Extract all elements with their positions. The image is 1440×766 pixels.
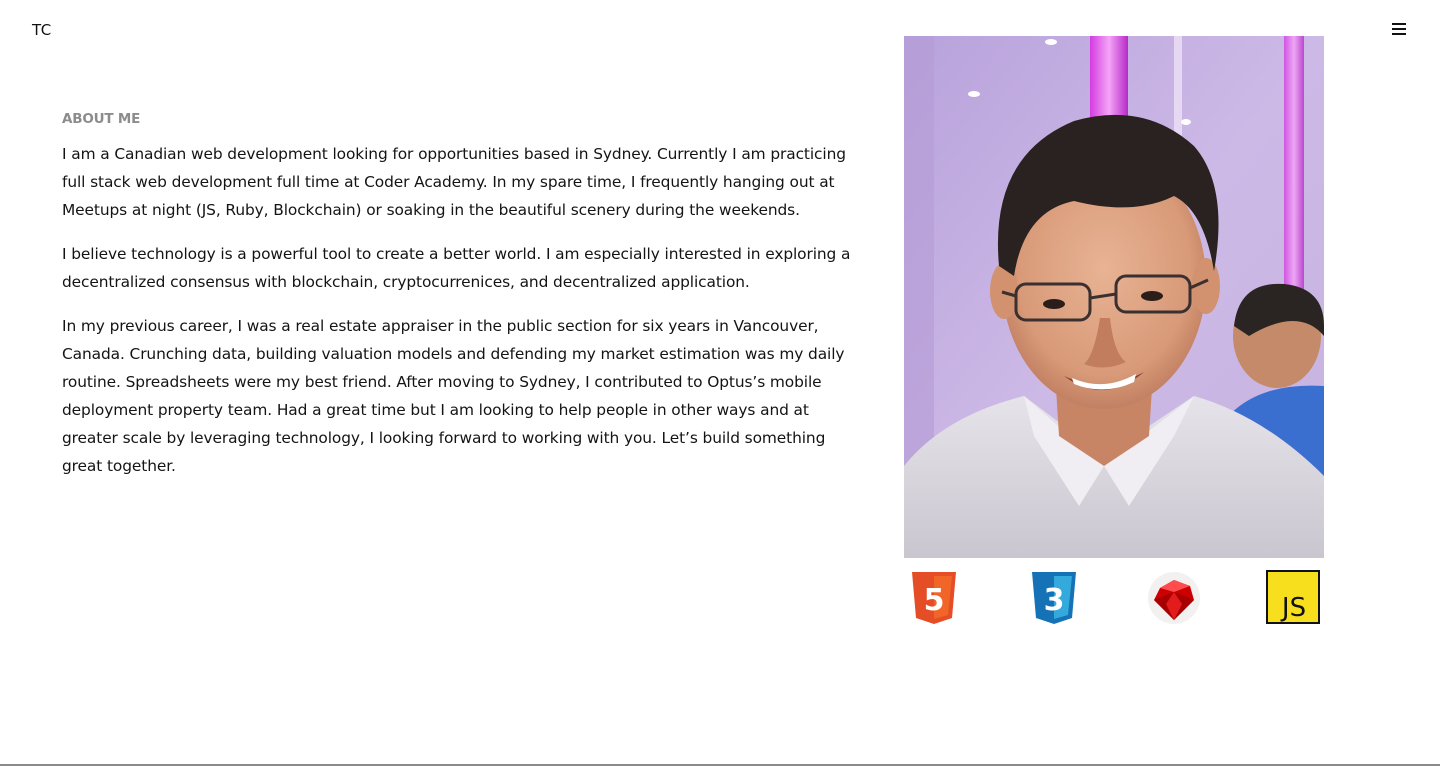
about-section: ABOUT ME I am a Canadian web development… (62, 111, 862, 496)
about-heading: ABOUT ME (62, 111, 141, 127)
javascript-label: JS (1280, 593, 1306, 623)
about-paragraph-1: I am a Canadian web development looking … (62, 145, 846, 219)
hamburger-menu-icon[interactable] (1392, 22, 1406, 36)
page: TC ABOUT ME I am a Canadian web developm… (0, 0, 1440, 766)
html5-icon: 5 (906, 570, 962, 626)
javascript-icon: JS (1266, 570, 1322, 626)
about-paragraph-3: In my previous career, I was a real esta… (62, 317, 845, 475)
site-logo[interactable]: TC (32, 21, 52, 39)
css3-label: 3 (1044, 583, 1065, 618)
skills-icons: 5 3 JS (904, 570, 1324, 626)
html5-label: 5 (924, 583, 945, 618)
profile-photo (904, 36, 1324, 558)
ruby-icon (1146, 570, 1202, 626)
about-paragraph-2: I believe technology is a powerful tool … (62, 245, 851, 291)
css3-icon: 3 (1026, 570, 1082, 626)
